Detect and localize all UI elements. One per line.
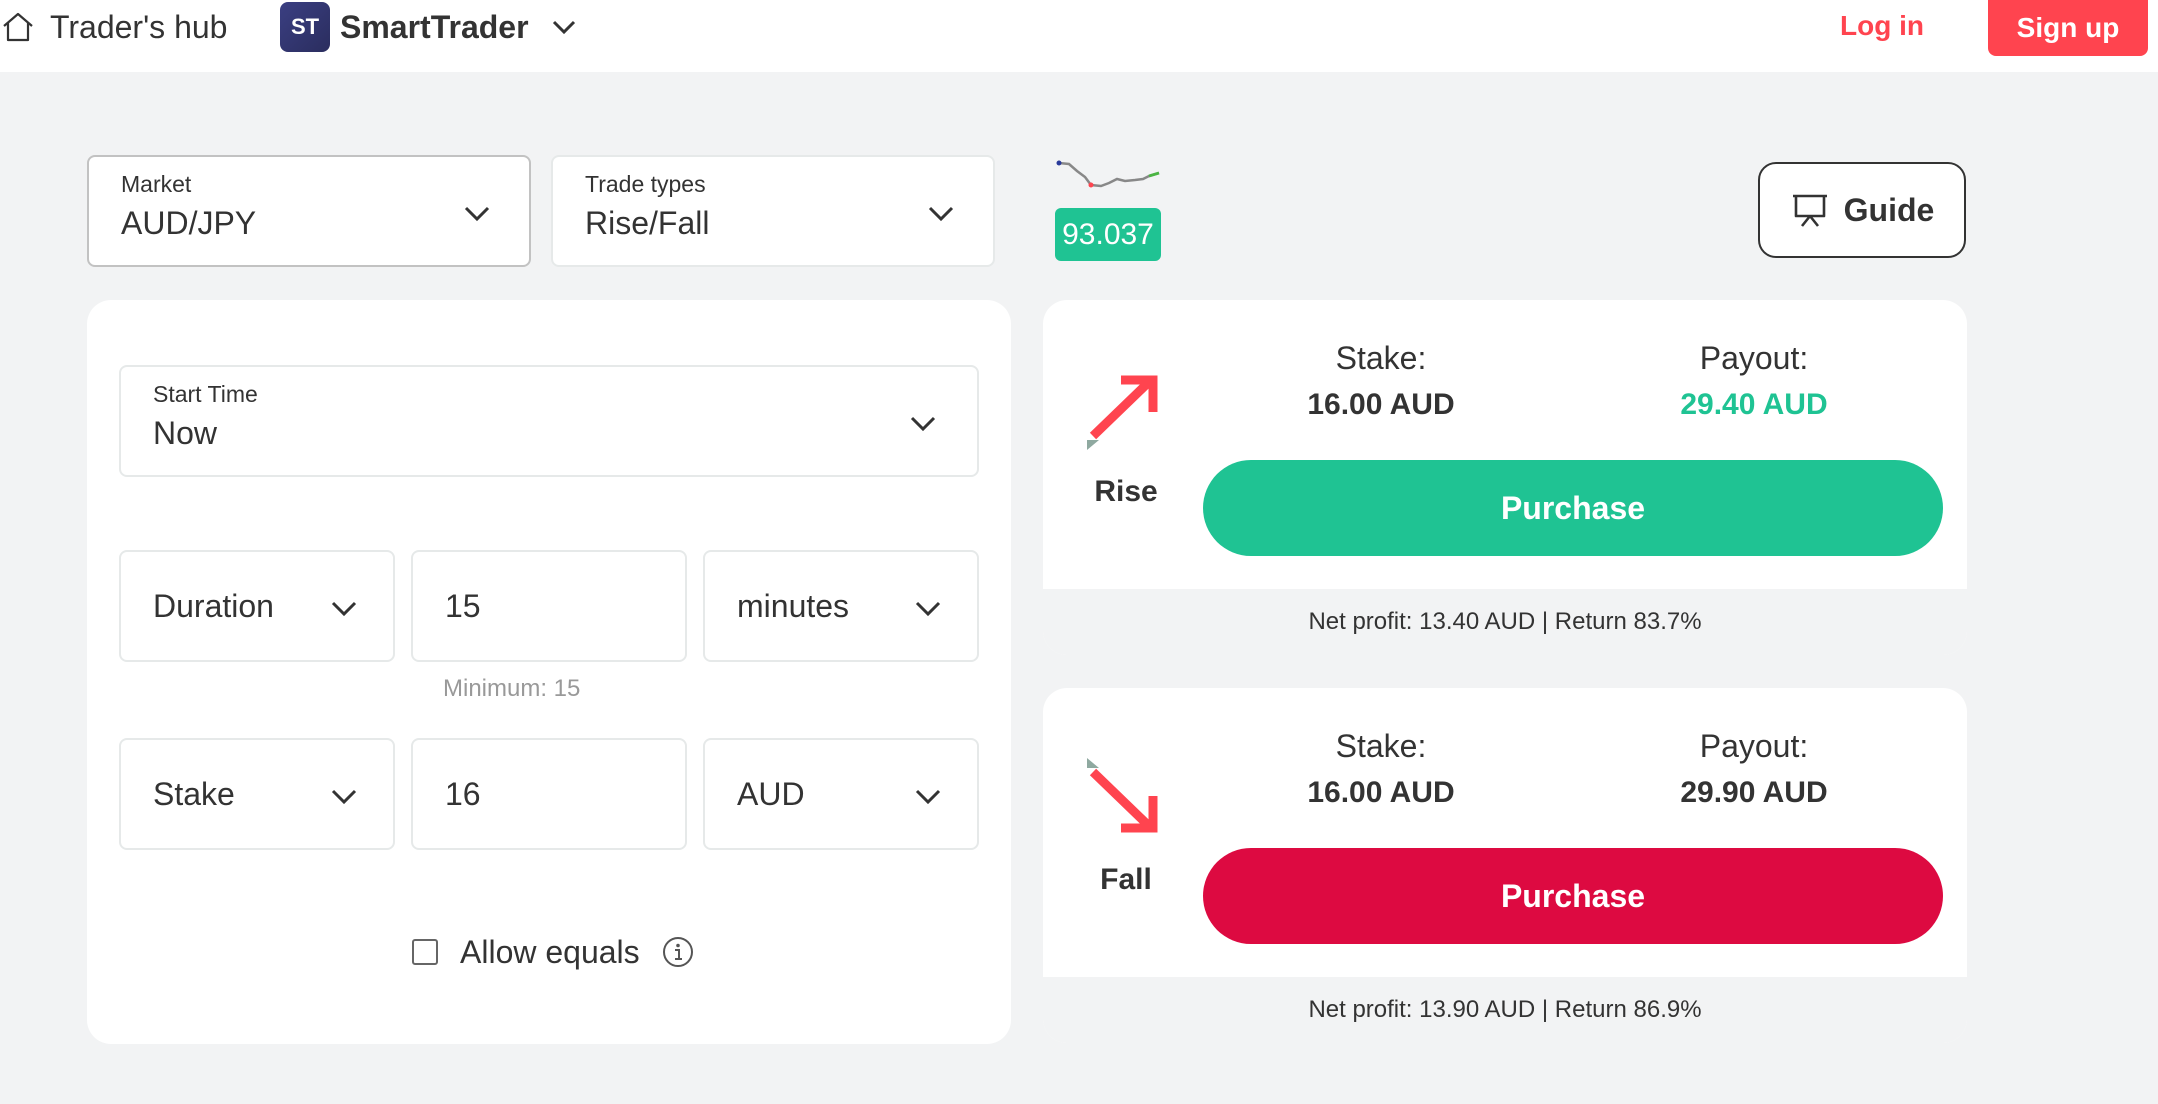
stake-value: 16.00 AUD [1307, 388, 1455, 421]
trade-types-label: Trade types [585, 171, 706, 197]
stake-type-select[interactable]: Stake [119, 738, 395, 850]
chevron-down-icon [552, 20, 575, 35]
market-label: Market [121, 171, 192, 197]
start-time-value: Now [153, 415, 218, 451]
duration-amount-value: 15 [445, 588, 481, 624]
market-selector[interactable]: Market AUD/JPY [87, 155, 531, 267]
trade-types-value: Rise/Fall [585, 205, 710, 241]
currency-value: AUD [737, 776, 805, 812]
trade-types-selector[interactable]: Trade types Rise/Fall [551, 155, 995, 267]
currency-select[interactable]: AUD [703, 738, 979, 850]
chevron-down-icon [910, 416, 936, 432]
traders-hub-link[interactable]: Trader's hub [0, 2, 227, 52]
chevron-down-icon [331, 789, 357, 805]
fall-label: Fall [1100, 863, 1152, 896]
chevron-down-icon [464, 206, 490, 222]
duration-type-select[interactable]: Duration [119, 550, 395, 662]
guide-label: Guide [1843, 191, 1935, 228]
top-bar: Trader's hub ST SmartTrader Log in Sign … [0, 0, 2158, 72]
chevron-down-icon [331, 601, 357, 617]
rise-label: Rise [1094, 475, 1158, 508]
stake-label: Stake: [1335, 340, 1427, 376]
spot-sparkline [1056, 160, 1160, 188]
stake-amount-input[interactable]: 16 [411, 738, 687, 850]
fall-purchase-button[interactable]: Purchase [1203, 848, 1943, 944]
signup-button[interactable]: Sign up [1988, 0, 2148, 56]
allow-equals-checkbox[interactable] [412, 939, 438, 965]
stake-amount-value: 16 [445, 776, 481, 812]
info-icon[interactable] [662, 936, 694, 968]
payout-label: Payout: [1699, 728, 1809, 764]
guide-button[interactable]: Guide [1758, 162, 1966, 258]
chevron-down-icon [915, 601, 941, 617]
duration-minimum-hint: Minimum: 15 [443, 675, 581, 702]
start-time-selector[interactable]: Start Time Now [119, 365, 979, 477]
chevron-down-icon [915, 789, 941, 805]
traders-hub-label: Trader's hub [50, 8, 228, 45]
fall-net-profit: Net profit: 13.90 AUD | Return 86.9% [1043, 977, 1967, 1043]
presentation-icon [1792, 194, 1827, 227]
duration-amount-input[interactable]: 15 [411, 550, 687, 662]
start-time-label: Start Time [153, 381, 258, 407]
payout-value: 29.40 AUD [1680, 388, 1828, 421]
duration-unit-select[interactable]: minutes [703, 550, 979, 662]
platform-switcher[interactable]: ST SmartTrader [280, 1, 581, 53]
rise-contract-card: Rise Stake: 16.00 AUD Payout: 29.40 AUD … [1043, 300, 1967, 655]
fall-arrow-icon [1087, 758, 1158, 833]
smarttrader-logo: ST [280, 2, 330, 52]
rise-net-profit: Net profit: 13.40 AUD | Return 83.7% [1043, 589, 1967, 655]
payout-value: 29.90 AUD [1680, 776, 1828, 809]
allow-equals-label: Allow equals [460, 933, 640, 970]
duration-type-value: Duration [153, 588, 274, 624]
market-value: AUD/JPY [121, 205, 257, 241]
duration-unit-value: minutes [737, 588, 850, 624]
chevron-down-icon [928, 206, 954, 222]
fall-contract-card: Fall Stake: 16.00 AUD Payout: 29.90 AUD … [1043, 688, 1967, 1043]
home-icon [3, 12, 33, 42]
payout-label: Payout: [1699, 340, 1809, 376]
rise-purchase-button[interactable]: Purchase [1203, 460, 1943, 556]
stake-label: Stake: [1335, 728, 1427, 764]
platform-name: SmartTrader [340, 8, 529, 45]
allow-equals-option: Allow equals [412, 932, 694, 972]
stake-value: 16.00 AUD [1307, 776, 1455, 809]
spot-price-badge: 93.037 [1055, 208, 1161, 261]
stake-type-value: Stake [153, 776, 235, 812]
rise-arrow-icon [1087, 375, 1158, 450]
login-button[interactable]: Log in [1830, 0, 1934, 52]
